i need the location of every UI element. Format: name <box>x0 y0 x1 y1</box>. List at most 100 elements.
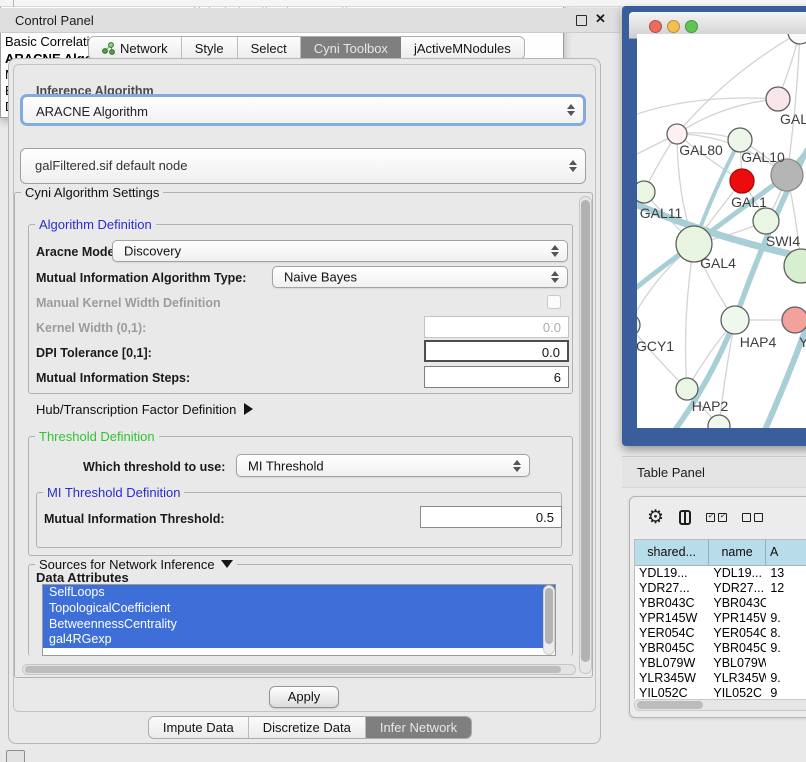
collapse-down-icon[interactable] <box>221 560 233 568</box>
network-graph[interactable]: GALGAL80GAL10GAL1GAL11GAL4SWI4HAP4YGCY1H… <box>637 34 806 428</box>
column-header[interactable]: name <box>709 540 766 565</box>
select-checkboxes-icon[interactable] <box>706 513 727 522</box>
table-cell <box>766 596 806 611</box>
clear-checkboxes-icon[interactable] <box>742 513 763 522</box>
node-pink-red[interactable] <box>782 307 806 333</box>
split-columns-icon[interactable] <box>679 510 691 525</box>
table-cell: YER054C <box>635 626 709 641</box>
table-cell: YER054C <box>709 626 766 641</box>
minimize-window-icon[interactable] <box>667 20 680 33</box>
which-threshold-combobox[interactable]: MI Threshold <box>236 454 530 477</box>
tab-infer-network[interactable]: Infer Network <box>366 717 471 738</box>
close-icon[interactable]: ✕ <box>595 11 606 27</box>
combo-arrows-icon <box>551 271 559 283</box>
table-cell: 9. <box>766 641 806 656</box>
kernel-width-input[interactable]: 0.0 <box>424 316 569 338</box>
node-label: HAP2 <box>692 398 729 414</box>
tab-impute-data[interactable]: Impute Data <box>149 717 249 738</box>
table-row[interactable]: YBR043CYBR043C <box>635 596 806 611</box>
node-hap2[interactable] <box>676 378 698 400</box>
cyni-algorithm-settings-title: Cyni Algorithm Settings <box>21 185 163 200</box>
attribute-item[interactable]: gal4RGexp <box>43 632 555 648</box>
control-panel-tab-bar: NetworkStyleSelectCyni ToolboxjActiveMNo… <box>88 36 525 60</box>
node-hap4[interactable] <box>721 306 749 334</box>
float-panel-icon[interactable] <box>576 15 587 26</box>
tab-select[interactable]: Select <box>238 37 301 59</box>
table-data-combobox[interactable]: galFiltered.sif default node <box>20 148 586 184</box>
mi-algorithm-type-combobox[interactable]: Naive Bayes <box>272 266 568 288</box>
node-label: GAL <box>780 111 806 127</box>
tab-discretize-data[interactable]: Discretize Data <box>249 717 366 738</box>
table-cell: YPR145W <box>709 611 766 626</box>
attribute-item[interactable]: BetweennessCentrality <box>43 617 555 633</box>
tab-cyni-toolbox[interactable]: Cyni Toolbox <box>301 37 401 59</box>
table-row[interactable]: YLR345WYLR345W9. <box>635 671 806 686</box>
table-row[interactable]: YBL079WYBL079W <box>635 656 806 671</box>
network-edge[interactable] <box>686 244 694 389</box>
table-row[interactable]: YDL19...YDL19...13 <box>635 566 806 581</box>
table-row[interactable]: YPR145WYPR145W9. <box>635 611 806 626</box>
screen: Control Panel ✕ NetworkStyleSelectCyni T… <box>0 0 806 762</box>
node-gal-pink[interactable] <box>766 87 790 111</box>
mi-threshold-definition-title: MI Threshold Definition <box>43 485 184 500</box>
node-top[interactable] <box>788 34 806 44</box>
node-left-green[interactable] <box>637 181 655 203</box>
node-label: GAL1 <box>731 194 767 210</box>
gear-icon[interactable]: ⚙ <box>647 508 664 527</box>
mi-steps-input[interactable]: 6 <box>424 366 569 388</box>
combo-arrows-icon <box>513 460 521 472</box>
settings-vertical-scrollbar[interactable] <box>579 196 592 674</box>
node-red[interactable] <box>730 169 754 193</box>
attribute-item[interactable]: SelfLoops <box>43 585 555 601</box>
network-canvas[interactable]: GALGAL80GAL10GAL1GAL11GAL4SWI4HAP4YGCY1H… <box>637 34 806 428</box>
combo-arrows-icon <box>567 104 575 116</box>
manual-kernel-width-checkbox[interactable] <box>547 295 561 309</box>
minimized-panel-icon[interactable] <box>6 750 25 762</box>
node-gcy1[interactable] <box>637 314 640 336</box>
combo-arrows-icon <box>551 245 559 257</box>
table-row[interactable]: YBR045CYBR045C9. <box>635 641 806 656</box>
table-cell: 12 <box>766 581 806 596</box>
node-label: HAP4 <box>740 334 777 350</box>
table-cell: YBR045C <box>635 641 709 656</box>
table-cell: YDR27... <box>635 581 709 596</box>
table-horizontal-scrollbar[interactable] <box>634 699 806 711</box>
settings-horizontal-scrollbar[interactable] <box>22 664 576 675</box>
node-gal1[interactable] <box>753 208 779 234</box>
table-cell: YBL079W <box>709 656 766 671</box>
network-edge[interactable] <box>637 325 687 389</box>
mi-threshold-input[interactable]: 0.5 <box>420 506 562 528</box>
node-table[interactable]: shared...nameAYDL19...YDL19...13YDR27...… <box>634 539 806 699</box>
apply-button[interactable]: Apply <box>269 686 339 708</box>
table-header-row: shared...nameA <box>635 540 806 566</box>
table-row[interactable]: YDR27...YDR27...12 <box>635 581 806 596</box>
table-row[interactable]: YER054CYER054C8. <box>635 626 806 641</box>
column-header[interactable]: shared... <box>635 540 709 565</box>
hub-transcription-factor-toggle[interactable]: Hub/Transcription Factor Definition <box>36 402 253 417</box>
node-label: GAL80 <box>679 142 723 158</box>
tab-style[interactable]: Style <box>182 37 238 59</box>
node-label: GAL10 <box>741 149 785 165</box>
table-row[interactable]: YIL052CYIL052C9 <box>635 686 806 699</box>
node-gal80[interactable] <box>667 124 687 144</box>
data-attributes-list[interactable]: SelfLoopsTopologicalCoefficientBetweenne… <box>42 584 556 656</box>
maximize-window-icon[interactable] <box>685 20 698 33</box>
network-icon <box>102 42 115 55</box>
bottom-tab-bar: Impute DataDiscretize DataInfer Network <box>148 716 472 739</box>
table-cell: YPR145W <box>635 611 709 626</box>
table-panel-titlebar: Table Panel <box>622 456 806 488</box>
algorithm-combobox[interactable]: ARACNE Algorithm <box>20 94 586 126</box>
attribute-item[interactable]: TopologicalCoefficient <box>43 601 555 617</box>
expand-right-icon[interactable] <box>244 403 253 415</box>
column-header[interactable]: A <box>766 540 806 565</box>
attributes-scrollbar[interactable] <box>543 585 555 655</box>
table-panel-title: Table Panel <box>637 465 705 480</box>
dpi-tolerance-input[interactable]: 0.0 <box>424 340 569 362</box>
table-cell: YBR043C <box>635 596 709 611</box>
aracne-mode-combobox[interactable]: Discovery <box>112 240 568 262</box>
close-window-icon[interactable] <box>649 20 662 33</box>
tab-network[interactable]: Network <box>89 37 182 59</box>
algorithm-definition-title: Algorithm Definition <box>35 217 156 232</box>
which-threshold-label: Which threshold to use: <box>83 460 225 474</box>
tab-jactivemnodules[interactable]: jActiveMNodules <box>401 37 524 59</box>
